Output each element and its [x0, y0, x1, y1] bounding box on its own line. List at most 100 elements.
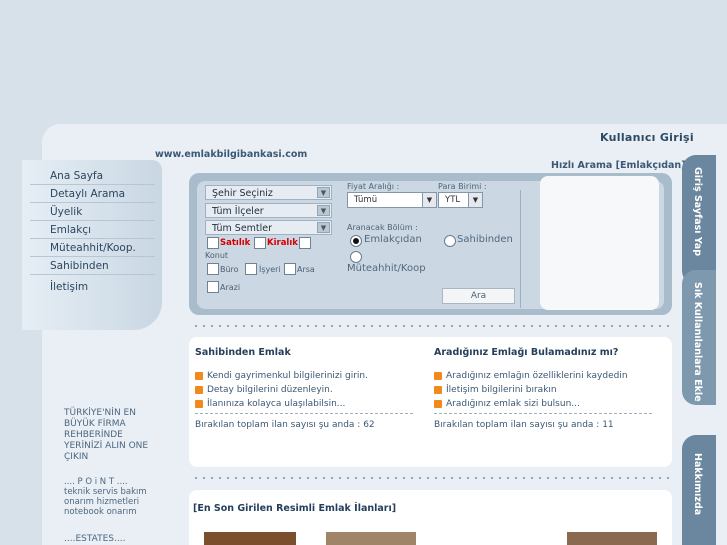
buro-label: Büro — [220, 265, 239, 274]
konut-checkbox[interactable] — [299, 237, 311, 249]
aradiginiz-item[interactable]: Aradığınız emlağın özelliklerini kaydedi… — [446, 371, 628, 381]
chevron-down-icon: ▼ — [422, 193, 436, 207]
isyeri-label: İşyeri — [259, 265, 281, 274]
listing-thumbnail[interactable] — [326, 532, 416, 545]
sahibinden-item[interactable]: Kendi gayrimenkul bilgilerinizi girin. — [207, 371, 368, 381]
nav-divider — [30, 220, 155, 221]
quick-search-title: Hızlı Arama [Emlakçıdan] — [551, 160, 686, 171]
arsa-checkbox[interactable] — [284, 263, 296, 275]
isyeri-checkbox[interactable] — [245, 263, 257, 275]
listing-thumbnail[interactable] — [204, 532, 296, 545]
user-login-bar[interactable]: Kullanıcı Girişi — [600, 126, 727, 144]
point-line: notebook onarım — [64, 507, 137, 517]
nav-item-realtor[interactable]: Emlakçı — [50, 224, 91, 236]
arazi-label: Arazi — [220, 283, 241, 292]
radio-emlakcidan-label: Emlakçıdan — [364, 234, 422, 245]
nav-divider — [30, 256, 155, 257]
buro-checkbox[interactable] — [207, 263, 219, 275]
arsa-label: Arsa — [297, 265, 315, 274]
aradiginiz-item[interactable]: İletişim bilgilerini bırakın — [446, 385, 557, 395]
nav-divider — [30, 274, 155, 275]
satilik-label: Satılık — [220, 238, 251, 248]
dashed-divider — [195, 413, 413, 414]
nav-item-contractor[interactable]: Müteahhit/Koop. — [50, 242, 136, 254]
add-favorites-tab[interactable]: Sık Kullanılanlara Ekle — [682, 270, 716, 405]
aradiginiz-title: Aradığınız Emlağı Bulamadınız mı? — [434, 347, 619, 358]
currency-value: YTL — [445, 195, 461, 205]
dotted-divider — [192, 477, 672, 479]
currency-label: Para Birimi : — [438, 182, 487, 191]
search-divider — [520, 190, 521, 308]
district-select-value: Tüm İlçeler — [212, 206, 264, 217]
promo-line: TÜRKİYE'NİN EN — [64, 408, 136, 418]
city-select[interactable]: Şehir Seçiniz ▼ — [205, 185, 332, 200]
section-label: Aranacak Bölüm : — [347, 223, 418, 232]
nav-divider — [30, 238, 155, 239]
promo-line: REHBERİNDE — [64, 430, 123, 440]
nav-divider — [30, 202, 155, 203]
radio-sahibinden-label: Sahibinden — [457, 234, 513, 245]
price-range-value: Tümü — [354, 195, 378, 205]
site-url: www.emlakbilgibankasi.com — [155, 149, 308, 160]
price-range-select[interactable]: Tümü ▼ — [347, 192, 437, 208]
radio-sahibinden[interactable] — [444, 235, 456, 247]
dotted-divider — [192, 325, 672, 327]
radio-muteahhit[interactable] — [350, 251, 362, 263]
nav-item-by-owner[interactable]: Sahibinden — [50, 260, 109, 272]
rss-icon — [434, 372, 442, 380]
currency-select[interactable]: YTL ▼ — [438, 192, 483, 208]
user-login-link[interactable]: Kullanıcı Girişi — [600, 131, 694, 144]
kiralik-label: Kiralık — [267, 238, 298, 248]
chevron-down-icon: ▼ — [317, 187, 330, 198]
rss-icon — [434, 386, 442, 394]
sahibinden-item[interactable]: İlanınıza kolayca ulaşılabilsin... — [207, 399, 345, 409]
promo-line: YERİNİZİ ALIN ONE — [64, 441, 149, 451]
nav-divider — [30, 184, 155, 185]
chevron-down-icon: ▼ — [317, 222, 330, 233]
rss-icon — [195, 400, 203, 408]
arazi-checkbox[interactable] — [207, 281, 219, 293]
chevron-down-icon: ▼ — [468, 193, 482, 207]
konut-label: Konut — [205, 251, 229, 260]
nav-item-membership[interactable]: Üyelik — [50, 206, 82, 218]
point-line: onarım hizmetleri — [64, 497, 140, 507]
kiralik-checkbox[interactable] — [254, 237, 266, 249]
nav-item-detailed-search[interactable]: Detaylı Arama — [50, 188, 125, 200]
listing-thumbnail[interactable] — [567, 532, 657, 545]
rss-icon — [195, 386, 203, 394]
about-label: Hakkımızda — [692, 453, 703, 516]
radio-muteahhit-label: Müteahhit/Koop — [347, 263, 426, 274]
satilik-checkbox[interactable] — [207, 237, 219, 249]
set-homepage-label: Giriş Sayfası Yap — [692, 167, 703, 257]
nav-item-contact[interactable]: İletişim — [50, 281, 88, 293]
promo-line: BÜYÜK FİRMA — [64, 419, 126, 429]
promo-line: ÇIKIN — [64, 452, 89, 462]
top-band — [0, 0, 727, 124]
search-button[interactable]: Ara — [442, 288, 515, 304]
estates-ad[interactable]: ....ESTATES.... — [64, 534, 125, 545]
point-title: .... P O i N T .... — [64, 477, 128, 487]
set-homepage-tab[interactable]: Giriş Sayfası Yap — [682, 155, 716, 285]
about-tab[interactable]: Hakkımızda — [682, 435, 716, 545]
aradiginiz-count: Bırakılan toplam ilan sayısı şu anda : 1… — [434, 420, 614, 430]
city-select-value: Şehir Seçiniz — [212, 188, 273, 199]
aradiginiz-item[interactable]: Aradığınız emlak sizi bulsun... — [446, 399, 580, 409]
sahibinden-item[interactable]: Detay bilgilerini düzenleyin. — [207, 385, 333, 395]
nav-item-home[interactable]: Ana Sayfa — [50, 170, 103, 182]
price-range-label: Fiyat Aralığı : — [347, 182, 400, 191]
district-select[interactable]: Tüm İlçeler ▼ — [205, 203, 332, 218]
add-favorites-label: Sık Kullanılanlara Ekle — [692, 282, 703, 402]
neighborhood-select-value: Tüm Semtler — [212, 223, 273, 234]
latest-title: [En Son Girilen Resimli Emlak İlanları] — [193, 503, 397, 514]
point-ad[interactable]: .... P O i N T .... teknik servis bakım … — [64, 477, 147, 517]
dashed-divider — [434, 413, 652, 414]
point-line: teknik servis bakım — [64, 487, 147, 497]
neighborhood-select[interactable]: Tüm Semtler ▼ — [205, 220, 332, 235]
sahibinden-title: Sahibinden Emlak — [195, 347, 291, 358]
login-box — [540, 176, 659, 310]
radio-emlakcidan[interactable] — [350, 235, 362, 247]
rss-icon — [195, 372, 203, 380]
sahibinden-count: Bırakılan toplam ilan sayısı şu anda : 6… — [195, 420, 375, 430]
rss-icon — [434, 400, 442, 408]
promo-text[interactable]: TÜRKİYE'NİN EN BÜYÜK FİRMA REHBERİNDE YE… — [64, 408, 148, 463]
